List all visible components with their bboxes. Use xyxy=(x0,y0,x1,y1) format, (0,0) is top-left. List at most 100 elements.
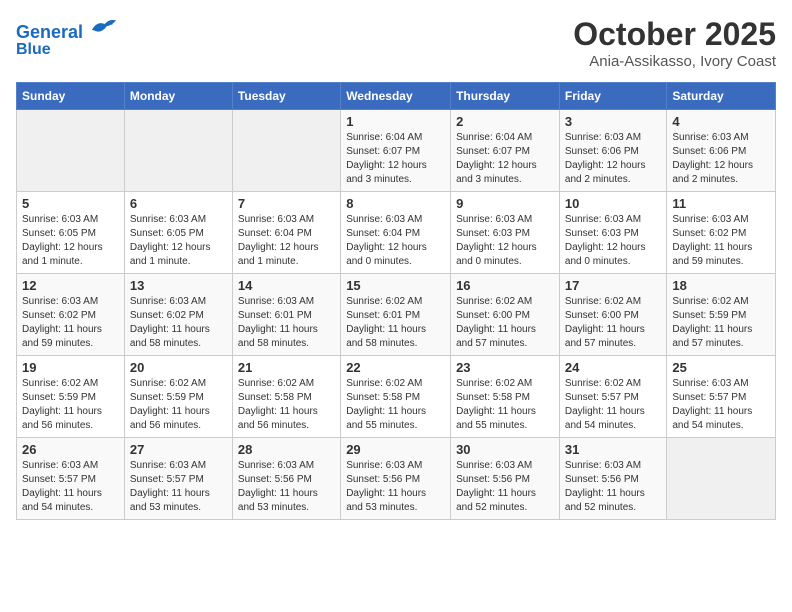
day-info: Sunrise: 6:02 AM Sunset: 5:57 PM Dayligh… xyxy=(565,377,661,433)
calendar-cell: 29 Sunrise: 6:03 AM Sunset: 5:56 PM Dayli… xyxy=(341,438,451,520)
day-info: Sunrise: 6:03 AM Sunset: 5:56 PM Dayligh… xyxy=(346,459,445,515)
day-number: 10 xyxy=(565,196,661,211)
day-number: 8 xyxy=(346,196,445,211)
day-number: 7 xyxy=(238,196,335,211)
day-info: Sunrise: 6:03 AM Sunset: 5:57 PM Dayligh… xyxy=(22,459,119,515)
day-info: Sunrise: 6:04 AM Sunset: 6:07 PM Dayligh… xyxy=(346,131,445,187)
calendar-cell: 11Sunrise: 6:03 AM Sunset: 6:02 PM Dayli… xyxy=(667,192,776,274)
calendar-week-5: 26 Sunrise: 6:03 AM Sunset: 5:57 PM Dayli… xyxy=(17,438,776,520)
day-info: Sunrise: 6:03 AM Sunset: 5:56 PM Dayligh… xyxy=(456,459,554,515)
day-number: 5 xyxy=(22,196,119,211)
day-number: 4 xyxy=(672,114,770,129)
day-info: Sunrise: 6:02 AM Sunset: 5:58 PM Dayligh… xyxy=(346,377,445,433)
calendar-cell: 23Sunrise: 6:02 AM Sunset: 5:58 PM Dayli… xyxy=(451,356,560,438)
day-number: 29 xyxy=(346,442,445,457)
day-info: Sunrise: 6:03 AM Sunset: 6:05 PM Dayligh… xyxy=(130,213,227,269)
day-number: 25 xyxy=(672,360,770,375)
day-number: 16 xyxy=(456,278,554,293)
col-header-thursday: Thursday xyxy=(451,83,560,110)
page-header: General Blue October 2025 Ania-Assikasso… xyxy=(16,16,776,70)
location-title: Ania-Assikasso, Ivory Coast xyxy=(573,53,776,70)
calendar-cell: 22 Sunrise: 6:02 AM Sunset: 5:58 PM Dayli… xyxy=(341,356,451,438)
calendar-cell: 4 Sunrise: 6:03 AM Sunset: 6:06 PM Daylig… xyxy=(667,110,776,192)
calendar-cell: 1 Sunrise: 6:04 AM Sunset: 6:07 PM Daylig… xyxy=(341,110,451,192)
calendar-cell: 3Sunrise: 6:03 AM Sunset: 6:06 PM Daylig… xyxy=(559,110,666,192)
calendar-cell: 14 Sunrise: 6:03 AM Sunset: 6:01 PM Dayli… xyxy=(232,274,340,356)
calendar-cell: 21 Sunrise: 6:02 AM Sunset: 5:58 PM Dayli… xyxy=(232,356,340,438)
col-header-wednesday: Wednesday xyxy=(341,83,451,110)
col-header-friday: Friday xyxy=(559,83,666,110)
day-info: Sunrise: 6:02 AM Sunset: 5:59 PM Dayligh… xyxy=(22,377,119,433)
day-info: Sunrise: 6:03 AM Sunset: 6:04 PM Dayligh… xyxy=(346,213,445,269)
day-info: Sunrise: 6:03 AM Sunset: 6:01 PM Dayligh… xyxy=(238,295,335,351)
calendar-week-4: 19 Sunrise: 6:02 AM Sunset: 5:59 PM Dayli… xyxy=(17,356,776,438)
day-info: Sunrise: 6:03 AM Sunset: 6:03 PM Dayligh… xyxy=(456,213,554,269)
calendar-cell: 20Sunrise: 6:02 AM Sunset: 5:59 PM Dayli… xyxy=(124,356,232,438)
calendar-cell: 19 Sunrise: 6:02 AM Sunset: 5:59 PM Dayli… xyxy=(17,356,125,438)
day-number: 2 xyxy=(456,114,554,129)
day-number: 30 xyxy=(456,442,554,457)
calendar-cell xyxy=(17,110,125,192)
day-info: Sunrise: 6:03 AM Sunset: 6:02 PM Dayligh… xyxy=(22,295,119,351)
day-info: Sunrise: 6:02 AM Sunset: 6:00 PM Dayligh… xyxy=(565,295,661,351)
day-number: 24 xyxy=(565,360,661,375)
calendar-cell: 6Sunrise: 6:03 AM Sunset: 6:05 PM Daylig… xyxy=(124,192,232,274)
day-number: 9 xyxy=(456,196,554,211)
calendar-cell: 13Sunrise: 6:03 AM Sunset: 6:02 PM Dayli… xyxy=(124,274,232,356)
day-info: Sunrise: 6:03 AM Sunset: 6:04 PM Dayligh… xyxy=(238,213,335,269)
day-info: Sunrise: 6:02 AM Sunset: 5:59 PM Dayligh… xyxy=(130,377,227,433)
calendar-cell xyxy=(232,110,340,192)
col-header-saturday: Saturday xyxy=(667,83,776,110)
day-info: Sunrise: 6:02 AM Sunset: 6:00 PM Dayligh… xyxy=(456,295,554,351)
day-info: Sunrise: 6:03 AM Sunset: 6:03 PM Dayligh… xyxy=(565,213,661,269)
day-number: 18 xyxy=(672,278,770,293)
day-info: Sunrise: 6:03 AM Sunset: 5:57 PM Dayligh… xyxy=(672,377,770,433)
day-number: 1 xyxy=(346,114,445,129)
day-info: Sunrise: 6:03 AM Sunset: 6:06 PM Dayligh… xyxy=(672,131,770,187)
day-number: 17 xyxy=(565,278,661,293)
calendar-cell: 2 Sunrise: 6:04 AM Sunset: 6:07 PM Daylig… xyxy=(451,110,560,192)
calendar-cell: 26 Sunrise: 6:03 AM Sunset: 5:57 PM Dayli… xyxy=(17,438,125,520)
day-number: 27 xyxy=(130,442,227,457)
calendar-cell: 5 Sunrise: 6:03 AM Sunset: 6:05 PM Daylig… xyxy=(17,192,125,274)
calendar-week-3: 12 Sunrise: 6:03 AM Sunset: 6:02 PM Dayli… xyxy=(17,274,776,356)
calendar-header-row: SundayMondayTuesdayWednesdayThursdayFrid… xyxy=(17,83,776,110)
day-number: 19 xyxy=(22,360,119,375)
title-block: October 2025 Ania-Assikasso, Ivory Coast xyxy=(573,16,776,70)
calendar-cell: 31 Sunrise: 6:03 AM Sunset: 5:56 PM Dayli… xyxy=(559,438,666,520)
calendar-cell: 24 Sunrise: 6:02 AM Sunset: 5:57 PM Dayli… xyxy=(559,356,666,438)
calendar-table: SundayMondayTuesdayWednesdayThursdayFrid… xyxy=(16,82,776,520)
calendar-cell: 18Sunrise: 6:02 AM Sunset: 5:59 PM Dayli… xyxy=(667,274,776,356)
logo-blue: Blue xyxy=(16,41,118,59)
day-number: 28 xyxy=(238,442,335,457)
day-info: Sunrise: 6:02 AM Sunset: 5:58 PM Dayligh… xyxy=(238,377,335,433)
day-number: 11 xyxy=(672,196,770,211)
day-info: Sunrise: 6:04 AM Sunset: 6:07 PM Dayligh… xyxy=(456,131,554,187)
day-number: 22 xyxy=(346,360,445,375)
col-header-sunday: Sunday xyxy=(17,83,125,110)
calendar-week-1: 1 Sunrise: 6:04 AM Sunset: 6:07 PM Daylig… xyxy=(17,110,776,192)
col-header-monday: Monday xyxy=(124,83,232,110)
day-number: 12 xyxy=(22,278,119,293)
col-header-tuesday: Tuesday xyxy=(232,83,340,110)
calendar-cell: 8 Sunrise: 6:03 AM Sunset: 6:04 PM Daylig… xyxy=(341,192,451,274)
day-number: 31 xyxy=(565,442,661,457)
day-number: 26 xyxy=(22,442,119,457)
day-number: 15 xyxy=(346,278,445,293)
day-number: 21 xyxy=(238,360,335,375)
day-info: Sunrise: 6:03 AM Sunset: 5:56 PM Dayligh… xyxy=(565,459,661,515)
calendar-cell: 15 Sunrise: 6:02 AM Sunset: 6:01 PM Dayli… xyxy=(341,274,451,356)
calendar-cell: 27 Sunrise: 6:03 AM Sunset: 5:57 PM Dayli… xyxy=(124,438,232,520)
calendar-cell xyxy=(667,438,776,520)
calendar-cell: 7 Sunrise: 6:03 AM Sunset: 6:04 PM Daylig… xyxy=(232,192,340,274)
day-info: Sunrise: 6:02 AM Sunset: 6:01 PM Dayligh… xyxy=(346,295,445,351)
logo: General Blue xyxy=(16,16,118,58)
day-number: 14 xyxy=(238,278,335,293)
calendar-cell xyxy=(124,110,232,192)
calendar-cell: 12 Sunrise: 6:03 AM Sunset: 6:02 PM Dayli… xyxy=(17,274,125,356)
day-info: Sunrise: 6:03 AM Sunset: 6:05 PM Dayligh… xyxy=(22,213,119,269)
day-info: Sunrise: 6:03 AM Sunset: 5:57 PM Dayligh… xyxy=(130,459,227,515)
calendar-cell: 30 Sunrise: 6:03 AM Sunset: 5:56 PM Dayli… xyxy=(451,438,560,520)
day-info: Sunrise: 6:02 AM Sunset: 5:58 PM Dayligh… xyxy=(456,377,554,433)
logo-text: General xyxy=(16,16,118,43)
